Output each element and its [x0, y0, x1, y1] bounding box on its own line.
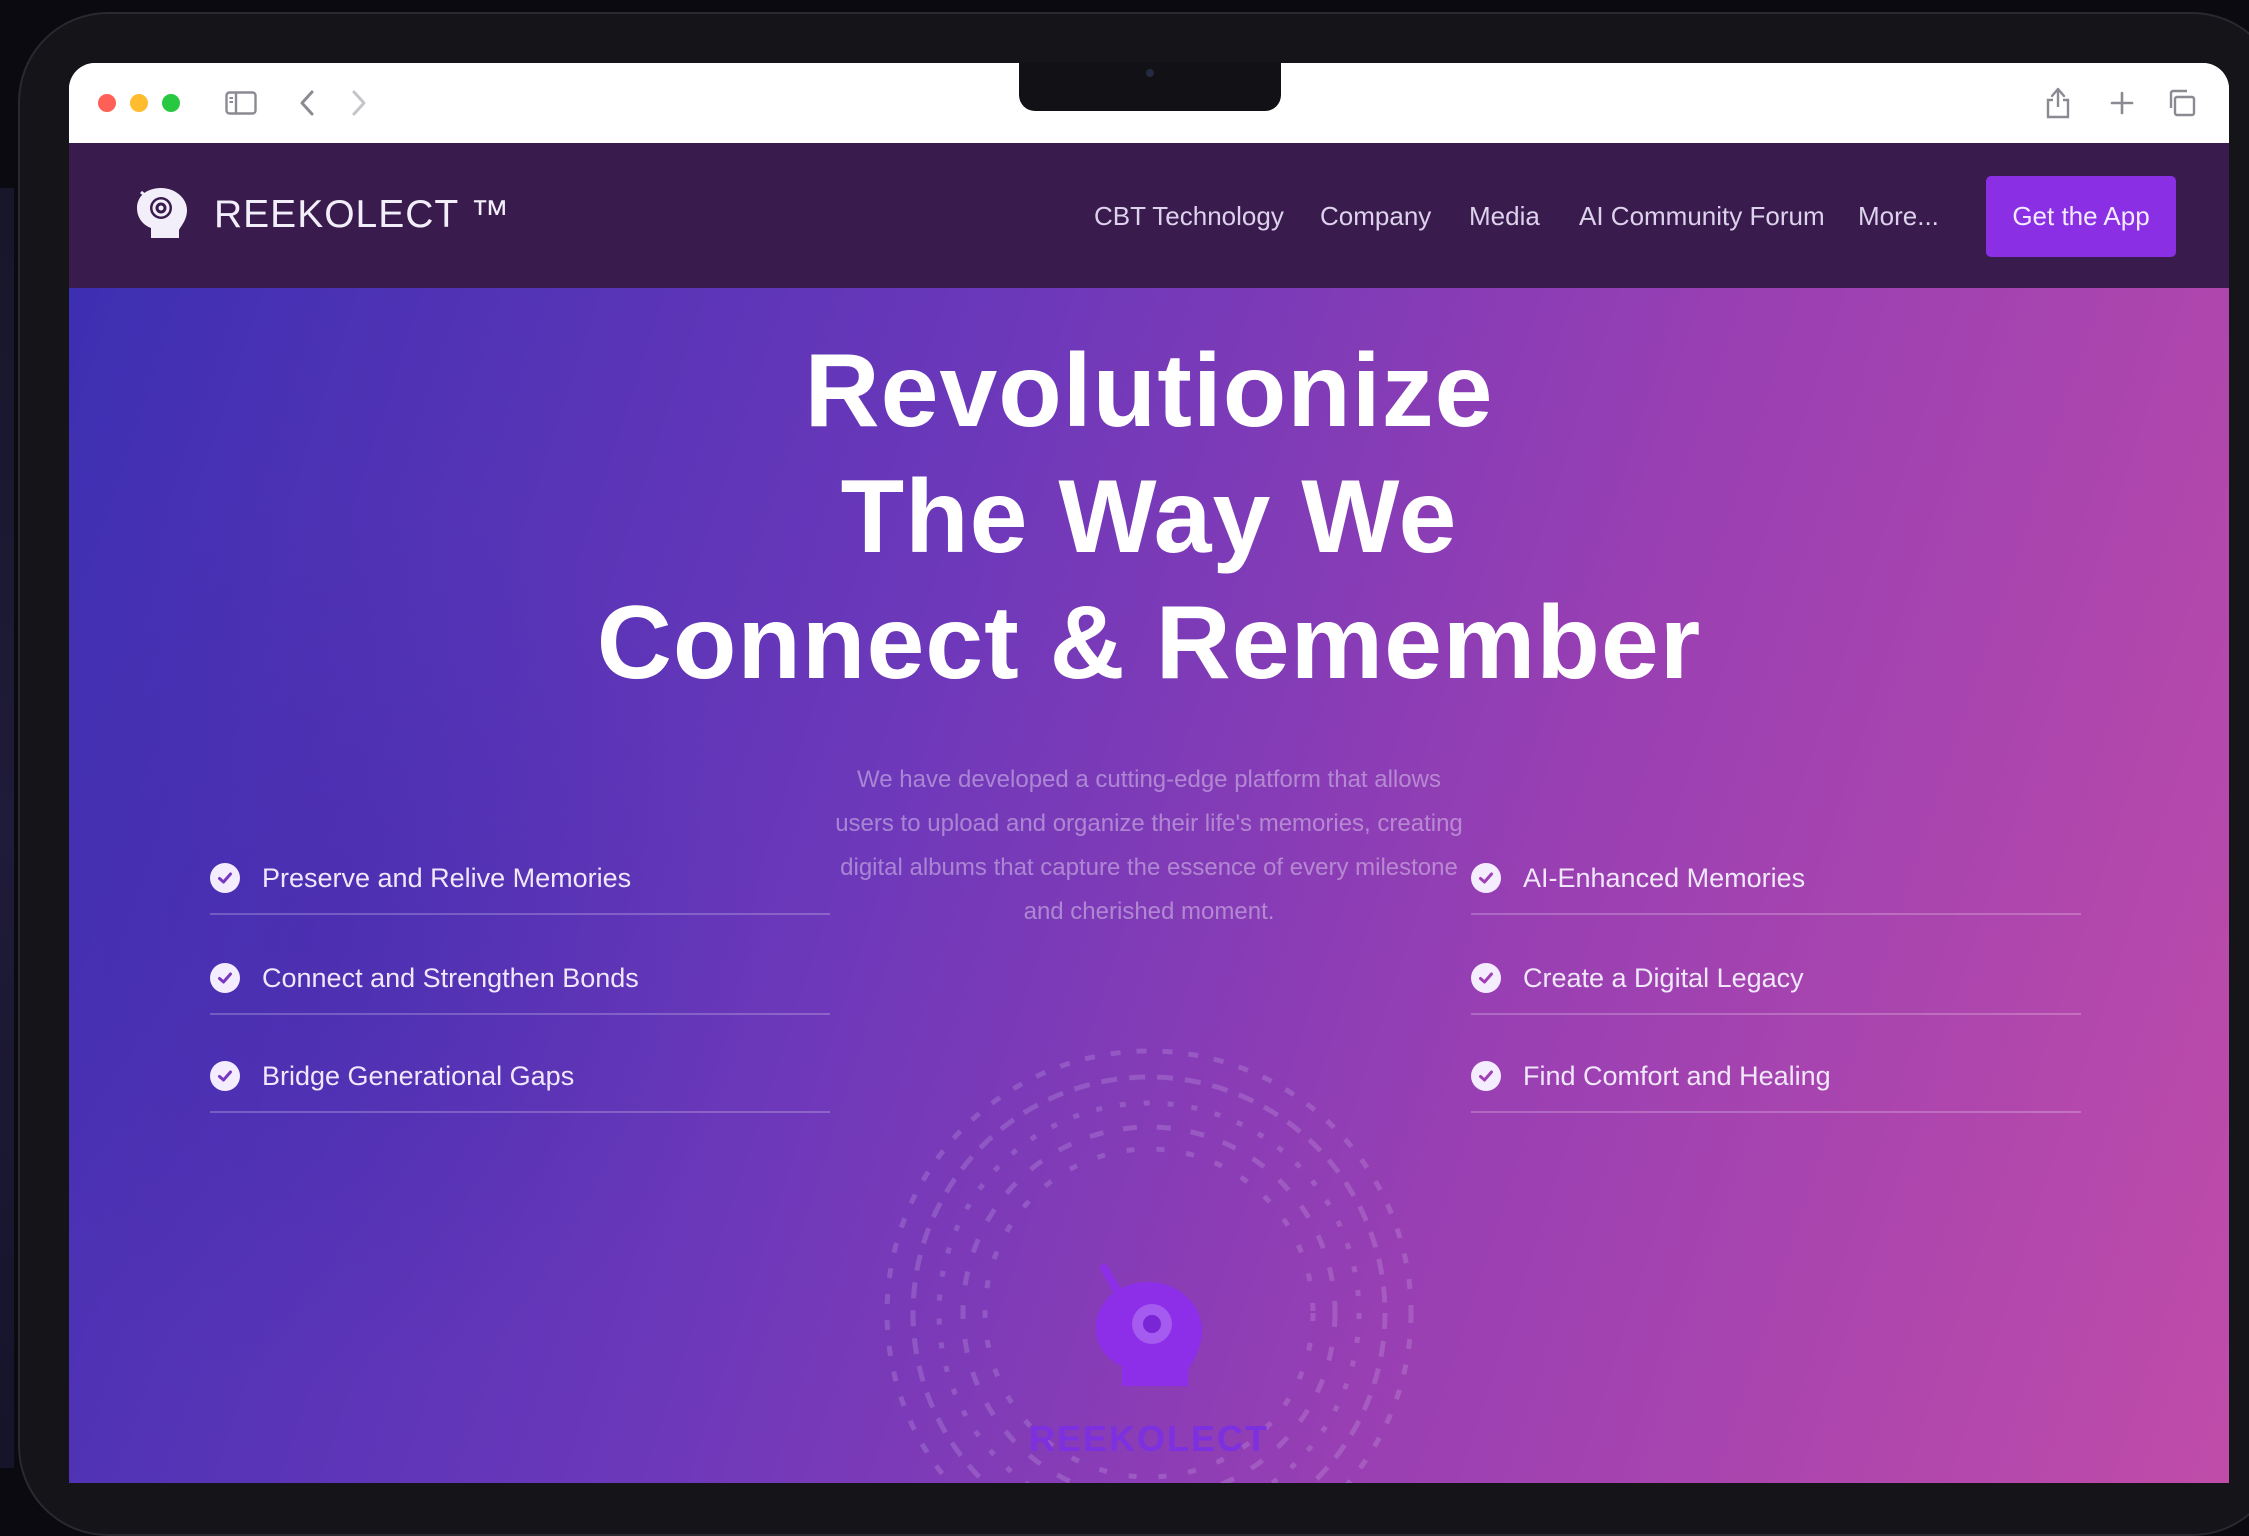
share-icon[interactable]	[2040, 85, 2076, 121]
headline-line-2: The Way We	[840, 459, 1458, 575]
camera-notch	[1019, 63, 1281, 111]
description-line-3: digital albums that capture the essence …	[840, 854, 1458, 881]
feature-label: Bridge Generational Gaps	[262, 1060, 575, 1091]
nav-link-cbt-technology[interactable]: CBT Technology	[1094, 201, 1284, 232]
feature-item-comfort: Find Comfort and Healing	[1471, 1041, 2081, 1113]
check-circle-icon	[210, 963, 240, 993]
brand-name[interactable]: REEKOLECT ™	[214, 193, 510, 237]
camera-icon	[1146, 69, 1154, 77]
back-icon[interactable]	[292, 85, 322, 121]
feature-label: Find Comfort and Healing	[1523, 1060, 1831, 1091]
feature-label: Preserve and Relive Memories	[262, 862, 632, 893]
get-the-app-button[interactable]: Get the App	[1986, 176, 2176, 257]
feature-item-ai-enhanced: AI-Enhanced Memories	[1471, 843, 2081, 915]
check-circle-icon	[210, 863, 240, 893]
description-line-4: and cherished moment.	[1023, 898, 1275, 925]
feature-item-connect: Connect and Strengthen Bonds	[210, 943, 830, 1015]
circuit-brain-graphic: REEKOLECT	[884, 1048, 1414, 1483]
feature-label: AI-Enhanced Memories	[1523, 862, 1806, 893]
headline-line-1: Revolutionize	[804, 333, 1494, 449]
tabs-icon[interactable]	[2164, 85, 2200, 121]
headline-line-3: Connect & Remember	[596, 585, 1702, 701]
feature-item-bridge: Bridge Generational Gaps	[210, 1041, 830, 1113]
center-head-icon	[1096, 1264, 1202, 1386]
minimize-window-button[interactable]	[130, 94, 148, 112]
check-circle-icon	[1471, 863, 1501, 893]
feature-label: Create a Digital Legacy	[1523, 962, 1804, 993]
description-line-1: We have developed a cutting-edge platfor…	[857, 766, 1441, 793]
brain-head-logo-icon[interactable]	[133, 186, 193, 242]
browser-toolbar	[69, 63, 2229, 144]
check-circle-icon	[210, 1061, 240, 1091]
nav-link-ai-community-forum[interactable]: AI Community Forum	[1579, 201, 1825, 232]
feature-item-preserve: Preserve and Relive Memories	[210, 843, 830, 915]
nav-link-company[interactable]: Company	[1320, 201, 1431, 232]
feature-label: Connect and Strengthen Bonds	[262, 962, 639, 993]
hero-section: Revolutionize The Way We Connect & Remem…	[69, 288, 2229, 1483]
site-header: REEKOLECT ™ CBT Technology Company Media…	[69, 143, 2229, 288]
hero-headline: Revolutionize The Way We Connect & Remem…	[69, 328, 2229, 706]
nav-link-more[interactable]: More...	[1858, 201, 1939, 232]
browser-window: REEKOLECT ™ CBT Technology Company Media…	[69, 63, 2229, 1483]
feature-item-digital-legacy: Create a Digital Legacy	[1471, 943, 2081, 1015]
check-circle-icon	[1471, 1061, 1501, 1091]
sidebar-icon[interactable]	[221, 85, 261, 121]
forward-icon[interactable]	[344, 85, 374, 121]
center-brand-label: REEKOLECT	[1029, 1418, 1269, 1459]
hero-description: We have developed a cutting-edge platfor…	[789, 758, 1509, 934]
close-window-button[interactable]	[98, 94, 116, 112]
maximize-window-button[interactable]	[162, 94, 180, 112]
background-window-edge	[0, 188, 14, 1468]
description-line-2: users to upload and organize their life'…	[835, 810, 1463, 837]
nav-link-media[interactable]: Media	[1469, 201, 1540, 232]
new-tab-icon[interactable]	[2104, 85, 2140, 121]
check-circle-icon	[1471, 963, 1501, 993]
